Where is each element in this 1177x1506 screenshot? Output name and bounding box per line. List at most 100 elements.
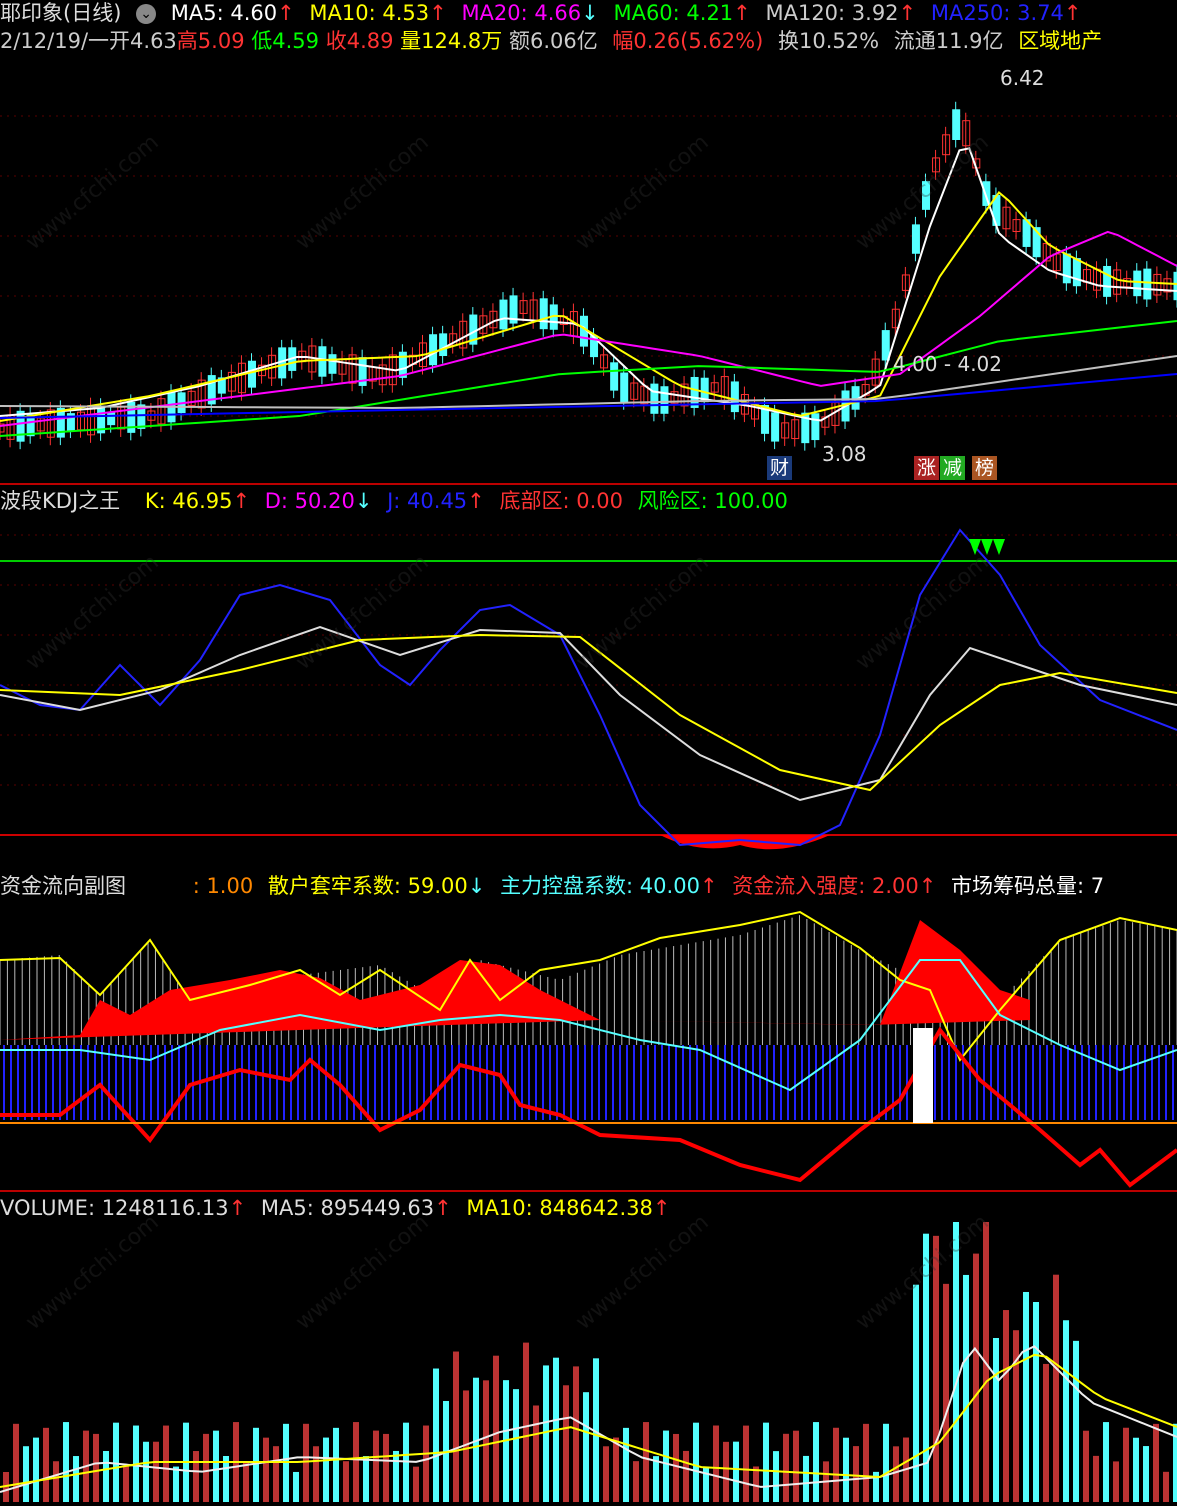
- candle-body: [499, 299, 508, 330]
- flow-title[interactable]: 资金流向副图: [0, 874, 126, 898]
- kdj-lines: [0, 528, 1177, 850]
- candle-body: [1072, 258, 1081, 287]
- volume-bar: [1093, 1455, 1099, 1502]
- volume-bar: [193, 1451, 199, 1502]
- volume-bar: [1103, 1422, 1109, 1502]
- volume-bar: [583, 1392, 589, 1502]
- volume-bar: [493, 1355, 499, 1502]
- sell-arrow-icon: [981, 539, 993, 555]
- volume-bar: [143, 1441, 149, 1502]
- volume-bar: [613, 1437, 619, 1502]
- volume-bar: [453, 1351, 459, 1502]
- volume-bar: [1043, 1363, 1049, 1502]
- up-arrow-icon: ↑: [429, 1, 447, 25]
- volume-bar: [53, 1461, 59, 1502]
- volume-bar: [893, 1446, 899, 1502]
- stock-title[interactable]: 耶印象(日线): [0, 1, 121, 25]
- flow-p1: : 1.00: [192, 874, 254, 898]
- volume-bar: [23, 1446, 29, 1502]
- volume-bar: [63, 1422, 69, 1502]
- up-arrow-icon: ↑: [277, 1, 295, 25]
- up-arrow-icon: ↑: [434, 1196, 452, 1220]
- up-arrow-icon: ↑: [918, 874, 937, 898]
- sell-arrow-icon: [993, 539, 1005, 555]
- low-price-label: 3.08: [822, 442, 867, 466]
- flow-yellow-line: [0, 910, 1177, 1062]
- up-arrow-icon: ↑: [699, 874, 718, 898]
- volume-bar: [1123, 1427, 1129, 1502]
- kdj-chart[interactable]: [0, 515, 1177, 865]
- volume-bar: [43, 1427, 49, 1502]
- candle-body: [539, 298, 548, 330]
- quote-date: 2/12/19/一: [0, 29, 110, 53]
- volume-bar: [803, 1455, 809, 1502]
- volume-bar: [1083, 1430, 1089, 1502]
- volume-bar: [993, 1337, 999, 1502]
- list-badge[interactable]: 榜: [972, 456, 998, 480]
- ma60-label: MA60: 4.21: [613, 1, 734, 25]
- price-chart[interactable]: 6.42 4.00 - 4.02 3.08 财 涨 减 榜: [0, 56, 1177, 482]
- rise-badge[interactable]: 涨: [914, 456, 940, 480]
- volume-bar: [1143, 1446, 1149, 1502]
- volume-bar: [913, 1284, 919, 1502]
- volume-chart[interactable]: [0, 1222, 1177, 1506]
- volume-bar: [203, 1433, 209, 1502]
- up-arrow-icon: ↑: [652, 1196, 671, 1220]
- flow-chart[interactable]: [0, 900, 1177, 1190]
- ma5-label: MA5: 4.60: [170, 1, 278, 25]
- quote-sector[interactable]: 区域地产: [1018, 29, 1102, 53]
- quote-turnover: 换10.52%: [777, 29, 880, 53]
- volume-bar: [563, 1385, 569, 1502]
- volume-bar: [163, 1425, 169, 1502]
- volume-bar: [483, 1380, 489, 1502]
- volume-bar: [1113, 1461, 1119, 1502]
- volume-bar: [323, 1437, 329, 1502]
- candle-body: [811, 413, 820, 441]
- volume-bar: [293, 1471, 299, 1502]
- volume-bar: [1023, 1291, 1029, 1502]
- panel-divider: [0, 1190, 1177, 1192]
- volume-bar: [1133, 1437, 1139, 1502]
- candle-body: [911, 224, 920, 254]
- volume-bar: [603, 1446, 609, 1502]
- up-arrow-icon: ↑: [228, 1196, 247, 1220]
- finance-badge[interactable]: 财: [767, 456, 793, 480]
- candle-body: [610, 362, 619, 391]
- ma20-label: MA20: 4.66: [461, 1, 582, 25]
- quote-change: 幅0.26(5.62%): [612, 29, 764, 53]
- flow-red-area: [0, 920, 1030, 1040]
- candle-body: [620, 372, 629, 403]
- volume-bar: [573, 1366, 579, 1502]
- volume-bar: [813, 1422, 819, 1502]
- volume-bar: [693, 1422, 699, 1502]
- volume-bar: [313, 1446, 319, 1502]
- candle-body: [247, 360, 256, 388]
- volume-bar: [513, 1389, 519, 1502]
- volume-bar: [643, 1422, 649, 1502]
- kdj-risk: 风险区: 100.00: [637, 489, 788, 513]
- flow-header: 资金流向副图 : 1.00 散户套牢系数: 59.00↓ 主力控盘系数: 40.…: [0, 873, 1112, 899]
- candle-body: [1143, 268, 1152, 300]
- volume-bar: [243, 1461, 249, 1502]
- reduce-badge[interactable]: 减: [940, 456, 966, 480]
- kdj-title[interactable]: 波段KDJ之王: [0, 489, 120, 513]
- panel-divider: [0, 483, 1177, 485]
- volume-bar: [733, 1441, 739, 1502]
- volume-bar: [173, 1466, 179, 1502]
- dropdown-icon[interactable]: ⌄: [136, 4, 157, 24]
- volume-bar: [1163, 1471, 1169, 1502]
- volume-bar: [273, 1446, 279, 1502]
- volume-bar: [793, 1430, 799, 1502]
- candle-body: [730, 381, 739, 413]
- ma5-line: [0, 147, 1177, 422]
- volume-bar: [413, 1466, 419, 1502]
- flow-inflow: 资金流入强度: 2.00: [732, 874, 919, 898]
- volume-bar: [883, 1423, 889, 1502]
- volume-bar: [723, 1441, 729, 1502]
- flow-chips: 市场筹码总量: 7: [951, 874, 1105, 898]
- up-arrow-icon: ↑: [1063, 1, 1082, 25]
- candle-body: [771, 412, 780, 442]
- volume-bar: [1003, 1310, 1009, 1502]
- volume-bar: [953, 1222, 959, 1502]
- volume-ma10: MA10: 848642.38: [466, 1196, 653, 1220]
